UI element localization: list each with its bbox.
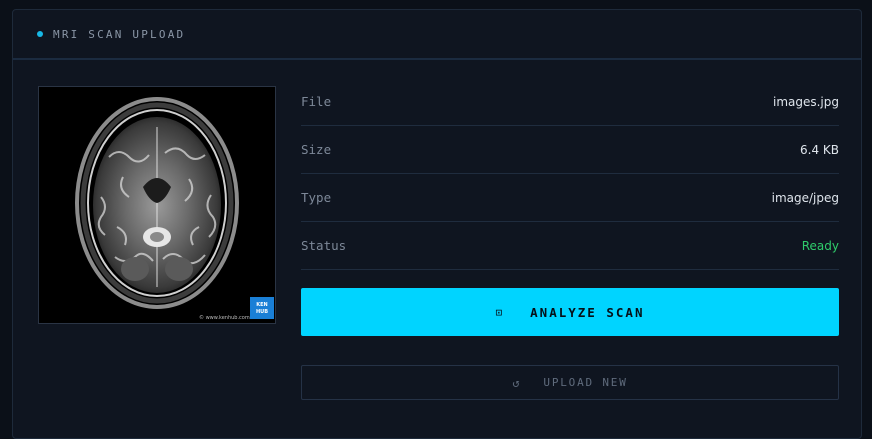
size-value: 6.4 KB [800, 142, 839, 157]
watermark: © www.kenhub.com [199, 314, 250, 321]
detail-row-status: Status Ready [301, 222, 839, 270]
svg-text:HUB: HUB [256, 309, 268, 315]
upload-new-label: UPLOAD NEW [543, 376, 628, 389]
detail-row-size: Size 6.4 KB [301, 126, 839, 174]
analyze-scan-button[interactable]: ⊡ ANALYZE SCAN [301, 288, 839, 336]
panel-header: MRI SCAN UPLOAD [13, 10, 861, 60]
status-value: Ready [801, 238, 839, 253]
detail-row-file: File images.jpg [301, 78, 839, 126]
scan-icon: ⊡ [495, 305, 505, 319]
type-value: image/jpeg [771, 190, 839, 205]
refresh-icon: ↺ [512, 375, 522, 390]
detail-row-type: Type image/jpeg [301, 174, 839, 222]
status-label: Status [301, 238, 347, 253]
file-details: File images.jpg Size 6.4 KB Type image/j… [301, 78, 839, 270]
upload-panel: MRI SCAN UPLOAD © www.kenhub.com KEN HUB… [12, 9, 862, 439]
panel-title: MRI SCAN UPLOAD [53, 27, 186, 41]
file-value: images.jpg [772, 94, 839, 109]
kenhub-logo-icon [250, 297, 274, 319]
mri-scan-image: © www.kenhub.com KEN HUB [39, 87, 275, 323]
type-label: Type [301, 190, 332, 205]
mri-preview-image: © www.kenhub.com KEN HUB [38, 86, 276, 324]
size-label: Size [301, 142, 332, 157]
upload-new-button[interactable]: ↺ UPLOAD NEW [301, 365, 839, 400]
svg-text:KEN: KEN [256, 302, 267, 308]
status-dot-icon [37, 31, 43, 37]
file-label: File [301, 94, 332, 109]
analyze-scan-label: ANALYZE SCAN [530, 304, 645, 320]
